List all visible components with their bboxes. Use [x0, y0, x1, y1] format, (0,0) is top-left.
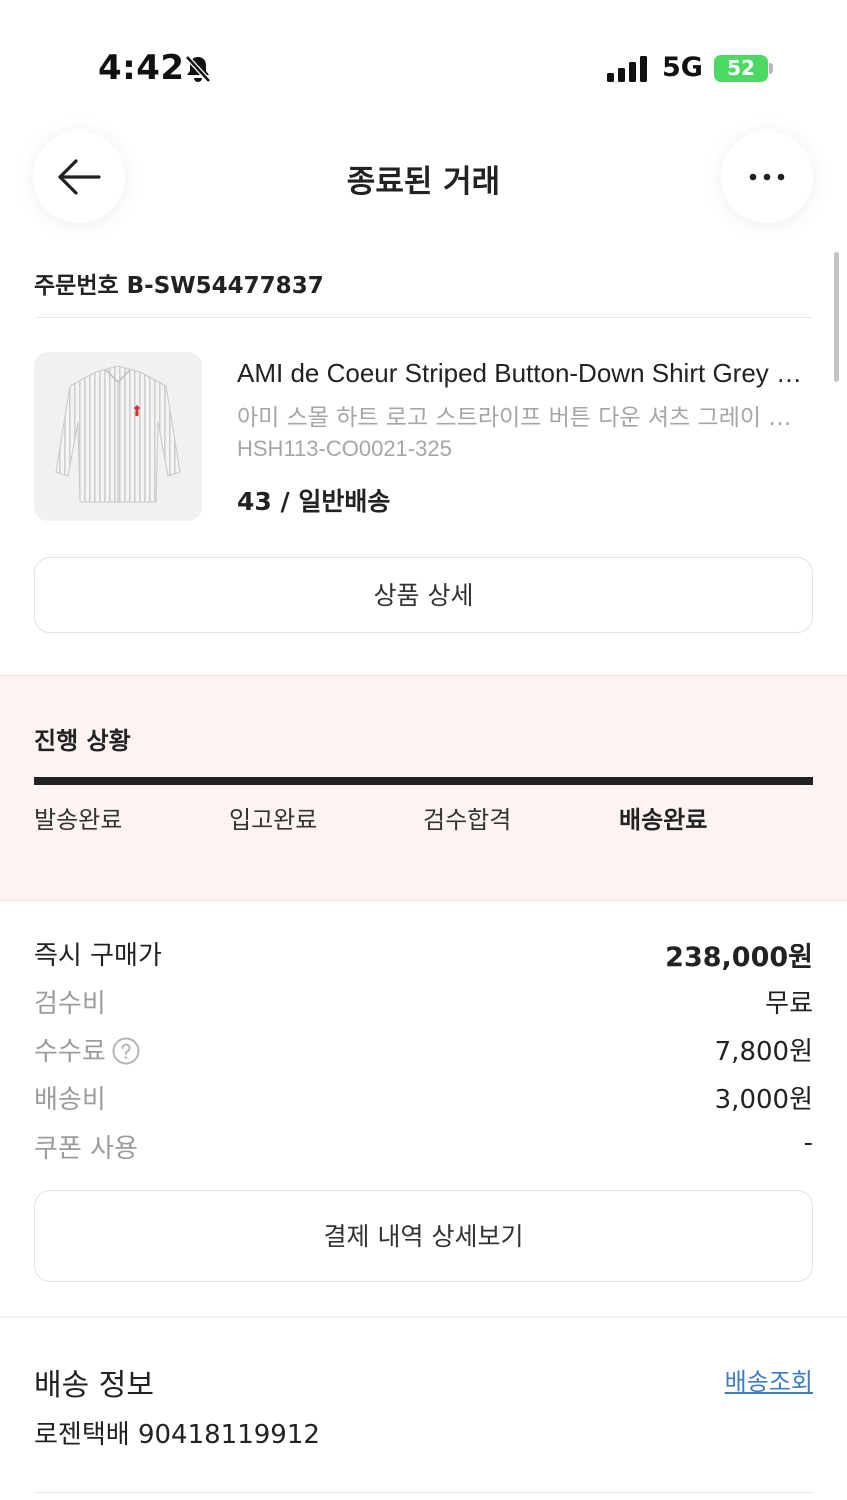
status-bar: 4:42 5G 52: [0, 0, 847, 120]
scroll-indicator[interactable]: [834, 252, 839, 382]
battery-level: 52: [727, 56, 755, 80]
product-image[interactable]: [34, 352, 202, 521]
divider: [34, 317, 813, 318]
price-row-commission: 수수료 7,800원: [34, 1031, 813, 1067]
product-name[interactable]: AMI de Coeur Striped Button-Down Shirt G…: [237, 358, 815, 389]
price-label: 배송비: [34, 1085, 106, 1115]
more-horizontal-icon: [749, 173, 785, 181]
network-label: 5G: [662, 52, 703, 83]
signal-icon: [607, 56, 647, 82]
progress-step-shipped: 발송완료: [34, 806, 123, 834]
battery-nub: [769, 63, 773, 74]
progress-step-delivered: 배송완료: [619, 806, 708, 834]
order-number-value: B-SW54477837: [126, 273, 324, 299]
price-label: 검수비: [34, 989, 106, 1019]
progress-step-inspected: 검수합격: [423, 806, 512, 834]
shipping-title: 배송 정보: [34, 1368, 154, 1403]
bell-slash-icon: [185, 55, 211, 83]
more-options-button[interactable]: [721, 131, 813, 223]
price-label: 쿠폰 사용: [34, 1134, 138, 1164]
track-shipment-link[interactable]: 배송조회: [725, 1362, 813, 1397]
price-value: 238,000원: [665, 942, 813, 973]
divider: [34, 1492, 813, 1493]
price-label: 즉시 구매가: [34, 941, 162, 971]
price-label-wrap: 수수료: [34, 1031, 140, 1068]
progress-step-warehoused: 입고완료: [229, 806, 318, 834]
product-detail-button[interactable]: 상품 상세: [34, 557, 813, 633]
shipping-carrier-info: 로젠택배 90418119912: [34, 1420, 320, 1450]
battery-charging-icon: 52: [714, 55, 768, 82]
product-subtitle: 아미 스몰 하트 로고 스트라이프 버튼 다운 셔츠 그레이 화이트: [237, 405, 797, 431]
price-row-buy-now: 즉시 구매가 238,000원: [34, 935, 813, 973]
status-time: 4:42: [98, 48, 185, 88]
payment-details-button[interactable]: 결제 내역 상세보기: [34, 1190, 813, 1282]
price-value: -: [803, 1128, 813, 1158]
progress-bar: [34, 777, 813, 785]
progress-title: 진행 상황: [34, 727, 131, 755]
price-value: 3,000원: [714, 1085, 813, 1115]
page-title: 종료된 거래: [346, 164, 501, 200]
price-row-shipping-fee: 배송비 3,000원: [34, 1079, 813, 1115]
order-number-row: 주문번호 B-SW54477837: [34, 266, 324, 300]
price-value: 무료: [765, 989, 813, 1019]
product-option: 43 / 일반배송: [237, 487, 391, 516]
price-row-coupon: 쿠폰 사용 -: [34, 1128, 813, 1164]
price-label: 수수료: [34, 1037, 106, 1067]
price-row-inspection-fee: 검수비 무료: [34, 983, 813, 1019]
product-code: HSH113-CO0021-325: [237, 436, 452, 461]
progress-section: 진행 상황 발송완료 입고완료 검수합격 배송완료: [0, 675, 847, 901]
order-number-label: 주문번호: [34, 273, 119, 299]
section-divider: [0, 1316, 847, 1318]
price-value: 7,800원: [714, 1037, 813, 1067]
shirt-image: [55, 365, 181, 503]
question-circle-icon[interactable]: [112, 1037, 140, 1065]
